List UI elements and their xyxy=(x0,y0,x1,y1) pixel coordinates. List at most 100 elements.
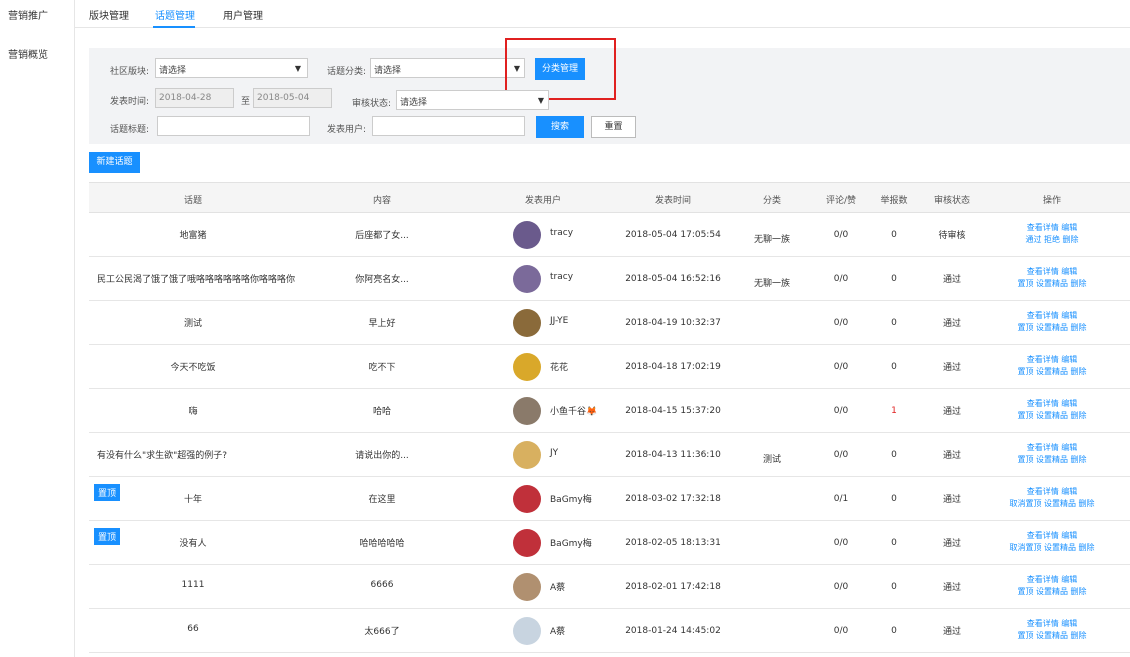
comments-likes: 0/0 xyxy=(833,582,849,592)
row-actions: 查看详情 编辑 取消置顶 设置精品 删除 xyxy=(992,530,1112,554)
avatar xyxy=(513,353,541,381)
tab-topic-management[interactable]: 话题管理 xyxy=(155,7,195,22)
post-time: 2018-02-01 17:42:18 xyxy=(625,582,721,592)
user-name: JY xyxy=(550,448,559,458)
comments-likes: 0/0 xyxy=(833,362,849,372)
topics-table: 话题 内容 发表用户 发表时间 分类 评论/赞 举报数 审核状态 操作 地富猪 … xyxy=(89,182,1130,653)
row-actions: 查看详情 编辑 置顶 设置精品 删除 xyxy=(992,618,1112,642)
comments-likes: 0/1 xyxy=(833,494,849,504)
avatar xyxy=(513,573,541,601)
review-status: 通过 xyxy=(942,319,962,329)
action-moderate[interactable]: 取消置顶 设置精品 删除 xyxy=(992,542,1112,554)
action-moderate[interactable]: 通过 拒绝 删除 xyxy=(992,234,1112,246)
topic-category: 测试 xyxy=(762,455,782,465)
search-button[interactable]: 搜索 xyxy=(536,116,584,138)
action-moderate[interactable]: 置顶 设置精品 删除 xyxy=(992,586,1112,598)
topic-content: 哈哈 xyxy=(372,407,392,417)
sidebar-item-overview[interactable]: 营销概览 xyxy=(8,46,48,61)
table-row: 民工公民渴了饿了饿了哦咯咯咯咯咯咯你咯咯咯你 你阿亮名女... tracy 20… xyxy=(89,257,1130,301)
date-from-input[interactable]: 2018-04-28 xyxy=(155,88,234,108)
pinned-badge[interactable]: 置顶 xyxy=(94,528,121,545)
topic-title[interactable]: 有没有什么"求生欲"超强的例子? xyxy=(97,448,227,461)
topic-category: 无聊一族 xyxy=(753,279,791,289)
table-row: 1111 6666 A蔡 2018-02-01 17:42:18 0/0 0 通… xyxy=(89,565,1130,609)
category-select[interactable]: 请选择 ▼ xyxy=(370,58,525,78)
topic-title[interactable]: 民工公民渴了饿了饿了哦咯咯咯咯咯咯你咯咯咯你 xyxy=(97,272,295,285)
report-count: 0 xyxy=(891,626,897,636)
topic-category: 无聊一族 xyxy=(753,235,791,245)
table-row: 置顶 十年 在这里 BaGmy梅 2018-03-02 17:32:18 0/1… xyxy=(89,477,1130,521)
comments-likes: 0/0 xyxy=(833,626,849,636)
action-moderate[interactable]: 置顶 设置精品 删除 xyxy=(992,454,1112,466)
action-moderate[interactable]: 置顶 设置精品 删除 xyxy=(992,366,1112,378)
review-status: 待审核 xyxy=(938,231,966,241)
action-view-edit[interactable]: 查看详情 编辑 xyxy=(992,442,1112,454)
tab-section-management[interactable]: 版块管理 xyxy=(89,7,129,22)
avatar xyxy=(513,441,541,469)
action-view-edit[interactable]: 查看详情 编辑 xyxy=(992,618,1112,630)
topic-title[interactable]: 66 xyxy=(187,624,198,634)
topic-title[interactable]: 没有人 xyxy=(179,536,206,549)
action-view-edit[interactable]: 查看详情 编辑 xyxy=(992,266,1112,278)
topic-content: 在这里 xyxy=(368,495,396,505)
topic-content: 6666 xyxy=(370,580,394,590)
avatar xyxy=(513,617,541,645)
avatar xyxy=(513,221,541,249)
topic-title[interactable]: 今天不吃饭 xyxy=(170,360,215,373)
report-count: 0 xyxy=(891,230,897,240)
user-name: A蔡 xyxy=(550,627,566,637)
category-select-value: 请选择 xyxy=(374,66,402,76)
reset-button[interactable]: 重置 xyxy=(591,116,636,138)
action-moderate[interactable]: 置顶 设置精品 删除 xyxy=(992,322,1112,334)
review-status: 通过 xyxy=(942,495,962,505)
table-header: 话题 内容 发表用户 发表时间 分类 评论/赞 举报数 审核状态 操作 xyxy=(89,183,1130,213)
sidebar-brand: 营销推广 xyxy=(8,11,48,22)
table-row: 有没有什么"求生欲"超强的例子? 请说出你的... JY 2018-04-13 … xyxy=(89,433,1130,477)
comments-likes: 0/0 xyxy=(833,450,849,460)
action-view-edit[interactable]: 查看详情 编辑 xyxy=(992,222,1112,234)
topic-content: 请说出你的... xyxy=(355,451,409,461)
post-time: 2018-01-24 14:45:02 xyxy=(625,626,721,636)
comments-likes: 0/0 xyxy=(833,230,849,240)
action-view-edit[interactable]: 查看详情 编辑 xyxy=(992,486,1112,498)
tab-user-management[interactable]: 用户管理 xyxy=(223,7,263,22)
topic-title[interactable]: 嗨 xyxy=(188,404,197,417)
action-view-edit[interactable]: 查看详情 编辑 xyxy=(992,398,1112,410)
title-input[interactable] xyxy=(157,116,310,136)
action-moderate[interactable]: 置顶 设置精品 删除 xyxy=(992,630,1112,642)
user-input[interactable] xyxy=(372,116,525,136)
review-status: 通过 xyxy=(942,583,962,593)
action-view-edit[interactable]: 查看详情 编辑 xyxy=(992,574,1112,586)
topic-content: 你阿亮名女... xyxy=(355,275,409,285)
action-moderate[interactable]: 取消置顶 设置精品 删除 xyxy=(992,498,1112,510)
filter-panel: 社区版块: 请选择 ▼ 话题分类: 请选择 ▼ 分类管理 发表时间: 2018-… xyxy=(89,38,1130,144)
review-status: 通过 xyxy=(942,451,962,461)
new-topic-button[interactable]: 新建话题 xyxy=(89,152,140,173)
topic-title[interactable]: 十年 xyxy=(184,492,202,505)
action-moderate[interactable]: 置顶 设置精品 删除 xyxy=(992,278,1112,290)
action-moderate[interactable]: 置顶 设置精品 删除 xyxy=(992,410,1112,422)
comments-likes: 0/0 xyxy=(833,318,849,328)
review-status-select[interactable]: 请选择 ▼ xyxy=(396,90,549,110)
column-header: 操作 xyxy=(1042,196,1062,206)
pinned-badge[interactable]: 置顶 xyxy=(94,484,121,501)
column-header: 举报数 xyxy=(880,196,908,206)
comments-likes: 0/0 xyxy=(833,538,849,548)
column-header: 内容 xyxy=(372,196,392,206)
topic-content: 太666了 xyxy=(364,627,400,637)
sidebar: 营销推广 营销概览 xyxy=(0,0,75,657)
review-status: 通过 xyxy=(942,627,962,637)
action-view-edit[interactable]: 查看详情 编辑 xyxy=(992,354,1112,366)
date-separator: 至 xyxy=(241,97,251,107)
date-to-input[interactable]: 2018-05-04 xyxy=(253,88,332,108)
row-actions: 查看详情 编辑 取消置顶 设置精品 删除 xyxy=(992,486,1112,510)
review-status: 通过 xyxy=(942,363,962,373)
action-view-edit[interactable]: 查看详情 编辑 xyxy=(992,530,1112,542)
topic-title[interactable]: 测试 xyxy=(184,316,202,329)
table-row: 地富猪 后座都了女... tracy 2018-05-04 17:05:54 无… xyxy=(89,213,1130,257)
topic-title[interactable]: 1111 xyxy=(182,580,205,590)
action-view-edit[interactable]: 查看详情 编辑 xyxy=(992,310,1112,322)
topic-title[interactable]: 地富猪 xyxy=(179,228,206,241)
row-actions: 查看详情 编辑 置顶 设置精品 删除 xyxy=(992,398,1112,422)
community-select[interactable]: 请选择 ▼ xyxy=(155,58,308,78)
